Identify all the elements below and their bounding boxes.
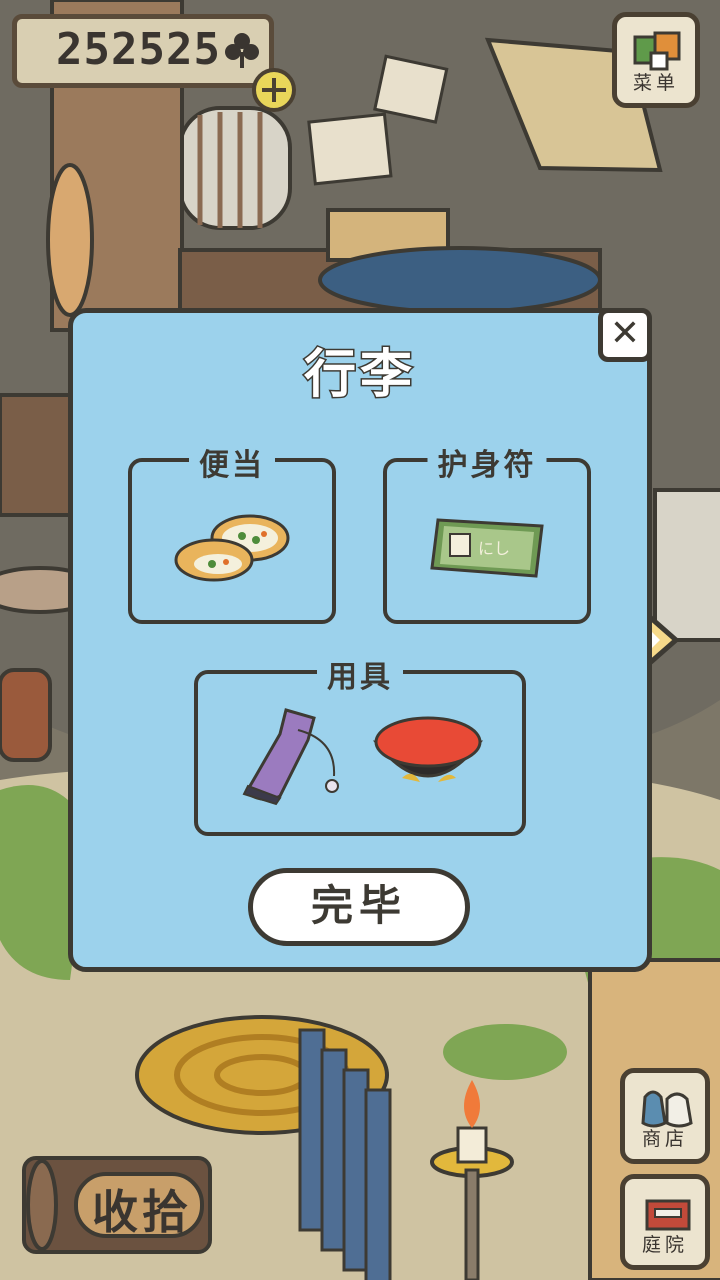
bento-slot-label: 便当: [189, 440, 275, 484]
shop-button[interactable]: 商店: [620, 1068, 710, 1164]
red-bowl-icon: [372, 716, 484, 782]
charm-ticket-icon: にし: [430, 518, 544, 578]
add-clover-button[interactable]: [252, 68, 296, 112]
shop-label: 商店: [641, 1128, 688, 1150]
close-button[interactable]: ✕: [598, 308, 652, 362]
charm-text: にし: [478, 539, 510, 558]
clover-count: 252525: [56, 24, 221, 75]
clover-icon: [225, 33, 259, 68]
tools-slot-label: 用具: [317, 652, 403, 696]
menu-button[interactable]: 菜单: [612, 12, 700, 108]
menu-label: 菜单: [632, 72, 679, 94]
yard-icon: [645, 1199, 691, 1231]
charm-slot-label: 护身符: [427, 440, 547, 484]
yard-label: 庭院: [641, 1234, 688, 1256]
done-button[interactable]: 完毕: [248, 868, 470, 946]
collect-label: 收拾: [92, 1185, 192, 1239]
purple-flask-icon: [242, 708, 339, 806]
close-icon: ✕: [609, 313, 641, 354]
yard-button[interactable]: 庭院: [620, 1174, 710, 1270]
bread-bento-icon: [174, 514, 290, 582]
